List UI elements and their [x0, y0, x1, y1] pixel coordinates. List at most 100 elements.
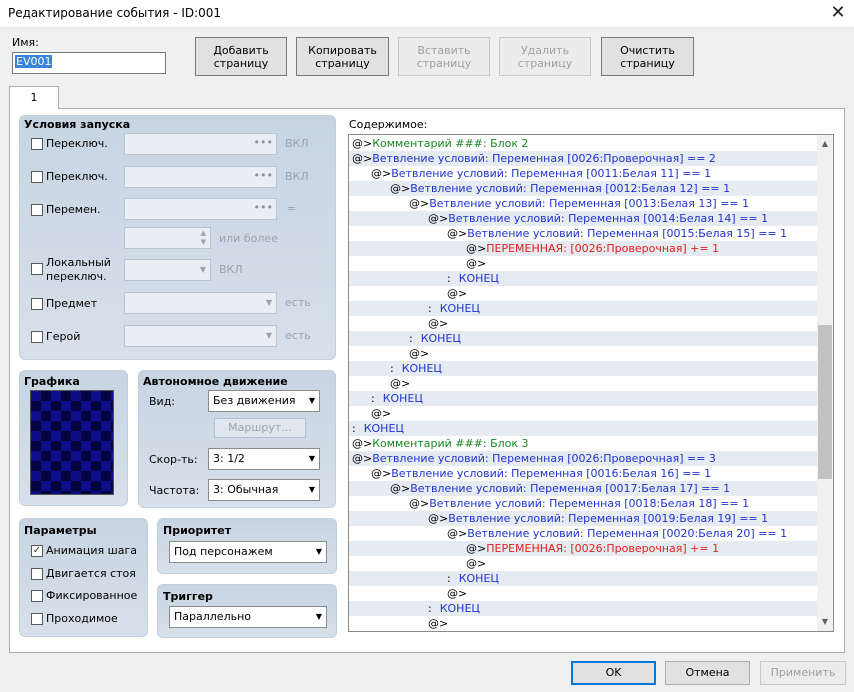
speed-label: Скор-ть: — [149, 453, 198, 466]
command-marker: @> — [466, 242, 487, 255]
command-text: Ветвление условий: Переменная [0018:Бела… — [429, 497, 750, 510]
cancel-button[interactable]: Отмена — [665, 661, 750, 685]
switch1-field[interactable]: ••• — [124, 133, 277, 155]
command-text: КОНЕЦ — [458, 272, 499, 285]
command-text: Комментарий ###: Блок 3 — [372, 437, 529, 450]
event-command-row[interactable]: @>ПЕРЕМЕННАЯ: [0026:Проверочная] += 1 — [349, 541, 818, 556]
command-marker: @> — [409, 497, 430, 510]
event-command-row[interactable]: @>Ветвление условий: Переменная [0020:Бе… — [349, 526, 818, 541]
command-text: Ветвление условий: Переменная [0026:Пров… — [372, 152, 716, 165]
self-switch-checkbox[interactable] — [31, 263, 43, 275]
conditions-title: Условия запуска — [24, 118, 131, 131]
event-command-row[interactable]: @>Ветвление условий: Переменная [0018:Бе… — [349, 496, 818, 511]
event-command-row[interactable]: @> — [349, 256, 818, 271]
command-marker: @> — [447, 587, 468, 600]
switch1-suffix: ВКЛ — [285, 137, 309, 150]
speed-value: 3: 1/2 — [213, 452, 245, 465]
add-page-button[interactable]: Добавить страницу — [195, 37, 287, 76]
switch1-checkbox[interactable] — [31, 138, 43, 150]
event-command-row[interactable]: : КОНЕЦ — [349, 391, 818, 406]
command-text: КОНЕЦ — [401, 362, 442, 375]
event-command-row[interactable]: @>Ветвление условий: Переменная [0011:Бе… — [349, 166, 818, 181]
command-marker: @> — [466, 557, 487, 570]
graphic-preview[interactable] — [30, 390, 114, 495]
switch2-field[interactable]: ••• — [124, 166, 277, 188]
frequency-select[interactable]: 3: Обычная ▼ — [208, 479, 320, 501]
delete-page-button[interactable]: Удалить страницу — [499, 37, 591, 76]
trigger-title: Триггер — [163, 590, 213, 603]
event-command-row[interactable]: @> — [349, 586, 818, 601]
command-marker: : — [390, 362, 394, 375]
command-text: ПЕРЕМЕННАЯ: [0026:Проверочная] += 1 — [486, 542, 720, 555]
event-command-row[interactable]: @>Ветвление условий: Переменная [0012:Бе… — [349, 181, 818, 196]
event-command-row[interactable]: @> — [349, 616, 818, 631]
actor-select[interactable]: ▼ — [124, 325, 277, 347]
variable-field[interactable]: ••• — [124, 198, 277, 220]
item-checkbox[interactable] — [31, 298, 43, 310]
event-command-row[interactable]: @>Ветвление условий: Переменная [0026:Пр… — [349, 151, 818, 166]
command-text: Ветвление условий: Переменная [0014:Бела… — [448, 212, 769, 225]
priority-select[interactable]: Под персонажем ▼ — [169, 541, 327, 563]
paste-page-button[interactable]: Вставить страницу — [398, 37, 490, 76]
walking-animation-checkbox[interactable]: ✓ — [31, 545, 43, 557]
ok-button[interactable]: OK — [571, 661, 656, 685]
event-command-row[interactable]: @>ПЕРЕМЕННАЯ: [0026:Проверочная] += 1 — [349, 241, 818, 256]
event-command-row[interactable]: @> — [349, 556, 818, 571]
self-switch-select[interactable]: ▼ — [124, 259, 211, 281]
event-command-row[interactable]: : КОНЕЦ — [349, 331, 818, 346]
actor-checkbox[interactable] — [31, 331, 43, 343]
event-command-row[interactable]: @> — [349, 316, 818, 331]
event-command-row[interactable]: @>Ветвление условий: Переменная [0015:Бе… — [349, 226, 818, 241]
event-command-row[interactable]: : КОНЕЦ — [349, 601, 818, 616]
variable-checkbox[interactable] — [31, 204, 43, 216]
ellipsis-icon: ••• — [253, 169, 273, 182]
command-marker: @> — [352, 137, 373, 150]
event-command-row[interactable]: @>Ветвление условий: Переменная [0019:Бе… — [349, 511, 818, 526]
event-command-row[interactable]: @>Комментарий ###: Блок 3 — [349, 436, 818, 451]
copy-page-button[interactable]: Копировать страницу — [296, 37, 389, 76]
switch2-label: Переключ. — [46, 170, 108, 183]
trigger-select[interactable]: Параллельно ▼ — [169, 606, 327, 628]
command-marker: @> — [428, 617, 449, 630]
switch2-checkbox[interactable] — [31, 171, 43, 183]
scroll-down-icon[interactable]: ▼ — [817, 614, 833, 630]
movement-type-select[interactable]: Без движения ▼ — [208, 390, 320, 412]
switch2-suffix: ВКЛ — [285, 170, 309, 183]
clear-page-button[interactable]: Очистить страницу — [601, 37, 694, 76]
scroll-up-icon[interactable]: ▲ — [817, 136, 833, 152]
item-label: Предмет — [46, 297, 98, 310]
event-command-row[interactable]: : КОНЕЦ — [349, 301, 818, 316]
variable-value-spinner[interactable]: ▲ ▼ — [124, 227, 211, 249]
event-command-row[interactable]: @> — [349, 346, 818, 361]
tab-page-1[interactable]: 1 — [9, 86, 59, 109]
event-command-row[interactable]: @>Ветвление условий: Переменная [0017:Бе… — [349, 481, 818, 496]
command-marker: @> — [371, 167, 392, 180]
event-command-row[interactable]: @> — [349, 286, 818, 301]
event-command-row[interactable]: @>Ветвление условий: Переменная [0014:Бе… — [349, 211, 818, 226]
event-command-row[interactable]: @>Ветвление условий: Переменная [0026:Пр… — [349, 451, 818, 466]
event-command-row[interactable]: : КОНЕЦ — [349, 571, 818, 586]
name-input[interactable]: EV001 — [12, 52, 166, 74]
direction-fix-checkbox[interactable] — [31, 590, 43, 602]
event-command-row[interactable]: : КОНЕЦ — [349, 361, 818, 376]
event-command-row[interactable]: @>Ветвление условий: Переменная [0013:Бе… — [349, 196, 818, 211]
event-command-row[interactable]: @>Комментарий ###: Блок 2 — [349, 136, 818, 151]
stepping-animation-checkbox[interactable] — [31, 568, 43, 580]
close-icon[interactable]: ✕ — [824, 1, 852, 25]
through-checkbox[interactable] — [31, 613, 43, 625]
chevron-down-icon: ▼ — [315, 612, 322, 621]
item-select[interactable]: ▼ — [124, 292, 277, 314]
command-marker: @> — [352, 452, 373, 465]
event-command-row[interactable]: : КОНЕЦ — [349, 421, 818, 436]
speed-select[interactable]: 3: 1/2 ▼ — [208, 448, 320, 470]
event-commands-list[interactable]: @>Комментарий ###: Блок 2 @>Ветвление усл… — [348, 134, 834, 632]
event-command-row[interactable]: @> — [349, 376, 818, 391]
route-button[interactable]: Маршрут... — [214, 418, 306, 438]
event-command-row[interactable]: @>Ветвление условий: Переменная [0016:Бе… — [349, 466, 818, 481]
apply-button[interactable]: Применить — [760, 661, 846, 685]
command-text: КОНЕЦ — [420, 332, 461, 345]
event-command-row[interactable]: : КОНЕЦ — [349, 271, 818, 286]
event-command-row[interactable]: @> — [349, 406, 818, 421]
command-text: Ветвление условий: Переменная [0013:Бела… — [429, 197, 750, 210]
scrollbar-thumb[interactable] — [818, 325, 832, 479]
